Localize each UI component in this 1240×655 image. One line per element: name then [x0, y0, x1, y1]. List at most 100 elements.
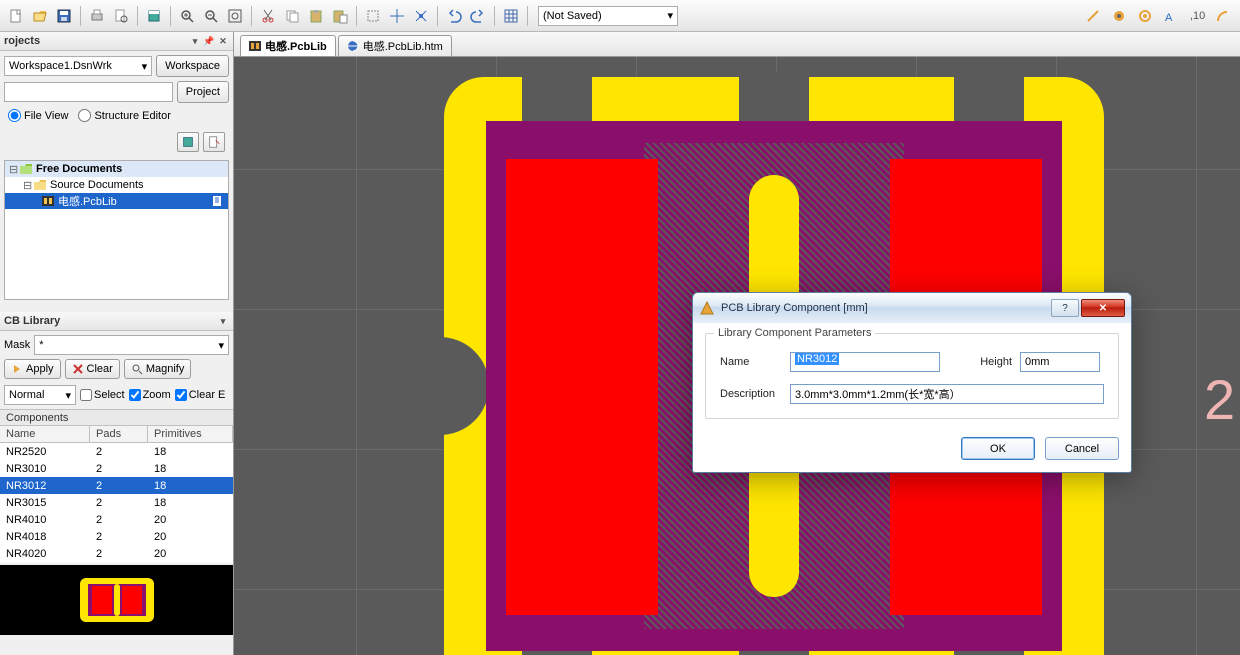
redo-icon[interactable] — [467, 5, 489, 27]
mask-combo[interactable]: * ▾ — [34, 335, 229, 355]
cell-name: NR4020 — [0, 545, 90, 562]
magnify-button[interactable]: Magnify — [124, 359, 192, 379]
place-string-icon[interactable]: A — [1159, 4, 1183, 28]
cell-prims: 20 — [148, 545, 233, 562]
table-row[interactable]: NR4020220 — [0, 545, 233, 562]
place-toolbar: A ,10,10 — [1080, 4, 1236, 28]
folder-icon — [19, 162, 33, 176]
workspace-combo[interactable]: Workspace1.DsnWrk ▾ — [4, 56, 152, 76]
table-row[interactable]: NR3012218 — [0, 477, 233, 494]
cut-icon[interactable] — [257, 5, 279, 27]
zoom-fit-icon[interactable] — [224, 5, 246, 27]
footprint-preview — [0, 565, 233, 635]
tab-htm[interactable]: 电感.PcbLib.htm — [338, 35, 452, 56]
panel-menu-icon[interactable]: ▾ — [217, 315, 229, 327]
desc-input[interactable] — [790, 384, 1104, 404]
zoom-in-icon[interactable] — [176, 5, 198, 27]
library-title: CB Library — [4, 315, 60, 327]
normal-combo[interactable]: Normal ▾ — [4, 385, 76, 405]
pcb-canvas[interactable]: 2 PCB Library Component [mm] ? ✕ — [234, 57, 1240, 655]
place-dimension-icon[interactable]: ,10,10 — [1185, 4, 1209, 28]
desc-label: Description — [720, 388, 782, 400]
print-preview-icon[interactable] — [110, 5, 132, 27]
place-line-icon[interactable] — [1081, 4, 1105, 28]
zoom-out-icon[interactable] — [200, 5, 222, 27]
print-icon[interactable] — [86, 5, 108, 27]
components-grid[interactable]: NR2520218NR3010218NR3012218NR3015218NR40… — [0, 443, 233, 563]
table-row[interactable]: NR2520218 — [0, 443, 233, 460]
zoom-checkbox[interactable]: Zoom — [129, 389, 171, 401]
apply-button[interactable]: Apply — [4, 359, 61, 379]
place-arc-icon[interactable] — [1211, 4, 1235, 28]
workspace-button[interactable]: Workspace — [156, 55, 229, 77]
paste-icon[interactable] — [305, 5, 327, 27]
place-pad-icon[interactable] — [1107, 4, 1131, 28]
cell-pads: 2 — [90, 477, 148, 494]
clear-button[interactable]: Clear — [65, 359, 120, 379]
proj-tool2-icon[interactable] — [203, 132, 225, 152]
panel-menu-icon[interactable]: ▾ — [189, 35, 201, 47]
new-icon[interactable] — [5, 5, 27, 27]
chevron-down-icon: ▾ — [218, 339, 224, 352]
undo-icon[interactable] — [443, 5, 465, 27]
table-row[interactable]: NR3015218 — [0, 494, 233, 511]
cell-pads: 2 — [90, 511, 148, 528]
dialog-titlebar[interactable]: PCB Library Component [mm] ? ✕ — [693, 293, 1131, 323]
structure-editor-radio[interactable]: Structure Editor — [78, 109, 170, 122]
panel-close-icon[interactable]: ✕ — [217, 35, 229, 47]
left-panels: rojects ▾ 📌 ✕ Workspace1.DsnWrk ▾ Worksp… — [0, 32, 234, 655]
dialog-help-button[interactable]: ? — [1051, 299, 1079, 317]
dialog-appicon — [699, 300, 715, 316]
saved-label: (Not Saved) — [543, 10, 602, 22]
table-row[interactable]: NR3010218 — [0, 460, 233, 477]
tree-root[interactable]: ⊟ Free Documents — [5, 161, 228, 177]
selection-rect-icon[interactable] — [362, 5, 384, 27]
svg-text:A: A — [1165, 12, 1173, 24]
library-panel-header: CB Library ▾ — [0, 312, 233, 331]
panel-pin-icon[interactable]: 📌 — [203, 35, 215, 47]
clear-existing-checkbox[interactable]: Clear E — [175, 389, 226, 401]
workspace-value: Workspace1.DsnWrk — [9, 60, 112, 72]
name-input[interactable]: NR3012 — [790, 352, 940, 372]
tree-source[interactable]: ⊟ Source Documents — [5, 177, 228, 193]
select-checkbox[interactable]: Select — [80, 389, 125, 401]
cell-prims: 20 — [148, 562, 233, 563]
cell-prims: 20 — [148, 511, 233, 528]
cell-name: NR3012 — [0, 477, 90, 494]
tab-pcblib[interactable]: 电感.PcbLib — [240, 35, 336, 56]
dialog-group: Library Component Parameters Name NR3012… — [705, 333, 1119, 419]
saved-combo[interactable]: (Not Saved) ▾ — [538, 6, 678, 26]
save-icon[interactable] — [53, 5, 75, 27]
tree-doc[interactable]: 电感.PcbLib — [5, 193, 228, 209]
col-prims[interactable]: Primitives — [148, 426, 233, 442]
snap-icon[interactable] — [410, 5, 432, 27]
cancel-button[interactable]: Cancel — [1045, 437, 1119, 460]
col-pads[interactable]: Pads — [90, 426, 148, 442]
file-view-radio[interactable]: File View — [8, 109, 68, 122]
project-button[interactable]: Project — [177, 81, 229, 103]
height-input[interactable] — [1020, 352, 1100, 372]
cell-name: NR3010 — [0, 460, 90, 477]
table-row[interactable]: NR4010220 — [0, 511, 233, 528]
chevron-down-icon: ▾ — [65, 389, 71, 402]
grid-icon[interactable] — [500, 5, 522, 27]
library-icon[interactable] — [143, 5, 165, 27]
copy-icon[interactable] — [281, 5, 303, 27]
dialog-close-button[interactable]: ✕ — [1081, 299, 1125, 317]
table-row[interactable]: NR4018220 — [0, 528, 233, 545]
editor-area: 电感.PcbLib 电感.PcbLib.htm — [234, 32, 1240, 655]
table-row[interactable]: NR4026220 — [0, 562, 233, 563]
cell-prims: 18 — [148, 494, 233, 511]
place-via-icon[interactable] — [1133, 4, 1157, 28]
paste-special-icon[interactable] — [329, 5, 351, 27]
open-icon[interactable] — [29, 5, 51, 27]
crosshair-icon[interactable] — [386, 5, 408, 27]
pad-2-label: 2 — [1204, 367, 1235, 432]
project-combo[interactable] — [4, 82, 173, 102]
col-name[interactable]: Name — [0, 426, 90, 442]
ok-button[interactable]: OK — [961, 437, 1035, 460]
open-doc-icon — [212, 195, 224, 207]
proj-tool1-icon[interactable] — [177, 132, 199, 152]
cell-prims: 20 — [148, 528, 233, 545]
project-tree[interactable]: ⊟ Free Documents ⊟ Source Documents 电感.P… — [4, 160, 229, 300]
